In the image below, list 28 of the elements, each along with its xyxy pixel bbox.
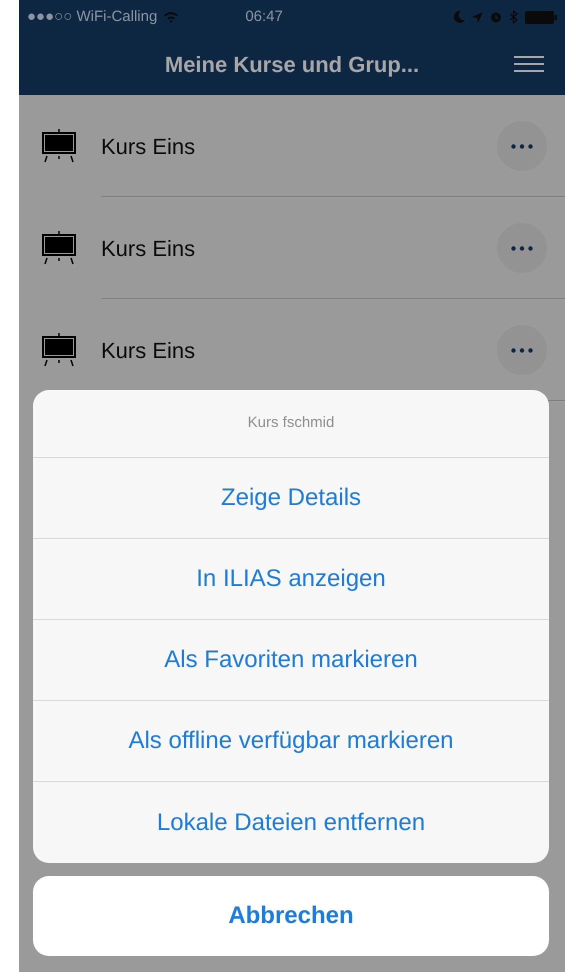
nav-title: Meine Kurse und Grup... (164, 51, 420, 79)
easel-board-icon (41, 129, 77, 163)
course-title: Kurs Eins (101, 234, 196, 262)
moon-icon (454, 11, 465, 23)
more-dots-icon (511, 144, 533, 148)
action-sheet-option[interactable]: Als Favoriten markieren (33, 620, 549, 701)
bluetooth-icon (509, 10, 518, 24)
wifi-icon (163, 11, 180, 23)
carrier-label: ●●●○○ WiFi-Calling (27, 6, 158, 27)
easel-board-icon (41, 333, 77, 367)
course-title: Kurs Eins (101, 336, 196, 364)
more-dots-icon (511, 246, 533, 250)
alarm-clock-icon (490, 11, 502, 23)
easel-board-icon (41, 231, 77, 265)
clock-time: 06:47 (245, 6, 283, 27)
action-sheet-title: Kurs fschmid (248, 413, 334, 434)
course-row[interactable]: Kurs Eins (19, 197, 565, 299)
course-row[interactable]: Kurs Eins (19, 95, 565, 197)
cancel-button[interactable]: Abbrechen (33, 876, 549, 956)
action-sheet-option[interactable]: In ILIAS anzeigen (33, 539, 549, 620)
menu-icon (514, 56, 544, 72)
action-sheet-option[interactable]: Zeige Details (33, 458, 549, 539)
location-arrow-icon (472, 12, 483, 22)
action-sheet-option[interactable]: Als offline verfügbar markieren (33, 701, 549, 782)
more-dots-icon (511, 348, 533, 352)
course-title: Kurs Eins (101, 132, 196, 160)
battery-icon (525, 10, 557, 24)
action-sheet-option[interactable]: Lokale Dateien entfernen (33, 782, 549, 863)
